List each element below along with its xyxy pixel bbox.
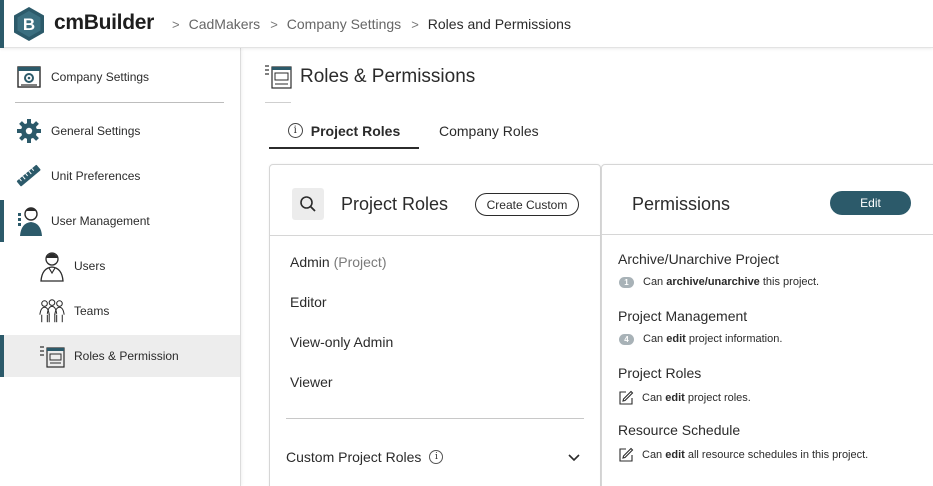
permission-text-post: all resource schedules in this project. [684,449,869,461]
sidebar-item-label: Unit Preferences [51,169,141,183]
sidebar-item-users[interactable]: Users [0,246,240,286]
count-badge: 1 [619,276,634,288]
permission-text-pre: Can [642,449,666,461]
sidebar: Company Settings General Settings Unit P… [0,48,241,486]
permission-section-project-management: Project Management 4 Can edit project in… [618,308,782,345]
company-settings-icon [15,63,43,91]
custom-project-roles-header[interactable]: Custom Project Roles i [286,449,444,465]
permission-line: Can edit project roles. [618,390,751,406]
permission-heading: Resource Schedule [618,422,741,438]
info-icon: i [287,123,303,138]
sidebar-item-teams[interactable]: Teams [0,291,240,331]
role-name: Admin [290,254,330,270]
panel-header-divider [270,235,600,236]
roles-permission-icon [265,65,292,89]
panel-title: Permissions [632,194,731,214]
user-icon [38,252,66,282]
breadcrumb-item-cadmakers[interactable]: CadMakers [189,16,261,32]
roles-permission-icon [38,342,66,370]
ruler-icon [15,162,43,190]
role-name: Viewer [290,374,333,390]
permission-text-post: this project. [759,276,820,288]
project-roles-panel: Project Roles Create Custom Admin (Proje… [269,164,601,486]
permission-heading: Project Roles [618,365,702,381]
permission-text-pre: Can [643,333,667,345]
permission-line: 1 Can archive/unarchive this project. [618,276,819,288]
sidebar-item-label: Company Settings [51,70,150,84]
brand-name[interactable]: cmBuilder [54,11,154,35]
permission-text-bold: edit [665,392,685,404]
permission-heading: Project Management [618,308,748,324]
section-label: Custom Project Roles [286,449,422,465]
search-icon [300,196,316,212]
permission-text-pre: Can [642,392,666,404]
role-item-viewer[interactable]: Viewer [290,374,333,390]
role-name: View-only Admin [290,334,394,350]
sidebar-item-label: General Settings [51,124,141,138]
roles-divider [286,418,584,419]
info-icon: i [429,450,444,464]
permission-section-resource-schedule: Resource Schedule Can edit all resource … [618,422,868,463]
edit-button[interactable]: Edit [830,191,911,215]
pencil-icon [618,390,634,406]
user-management-icon [15,207,43,236]
permission-text-bold: edit [665,449,685,461]
logo-letter: B [23,15,35,34]
sidebar-item-general-settings[interactable]: General Settings [0,111,240,151]
permission-text-post: project information. [685,333,783,345]
sidebar-item-label: User Management [51,214,150,228]
sidebar-item-unit-preferences[interactable]: Unit Preferences [0,156,240,196]
tab-project-roles[interactable]: i Project Roles [269,114,419,149]
role-name: Editor [290,294,327,310]
breadcrumb-item-roles-and-permissions: Roles and Permissions [427,16,571,32]
sidebar-divider [15,102,224,103]
sidebar-item-roles-permission[interactable]: Roles & Permission [0,335,240,377]
permission-section-archive: Archive/Unarchive Project 1 Can archive/… [618,251,819,288]
title-underline [265,102,291,103]
sidebar-item-label: Users [74,259,106,273]
top-bar-accent [0,0,4,48]
permission-text-bold: archive/unarchive [666,276,760,288]
cmbuilder-logo-icon[interactable]: B [12,6,46,42]
top-bar: B cmBuilder > CadMakers > Company Settin… [0,0,933,48]
tab-company-roles[interactable]: Company Roles [439,114,539,148]
tab-label: Project Roles [310,122,401,139]
permission-line: Can edit all resource schedules in this … [618,447,868,463]
panel-title: Project Roles [341,194,449,214]
permission-text-post: project roles. [684,392,751,404]
breadcrumb-item-company-settings[interactable]: Company Settings [287,16,401,32]
permissions-panel: Permissions Edit Archive/Unarchive Proje… [601,164,933,486]
pencil-icon [618,447,634,463]
role-item-editor[interactable]: Editor [290,294,327,310]
sidebar-item-label: Roles & Permission [74,349,179,363]
page-title: Roles & Permissions [300,66,476,87]
permission-text-bold: edit [666,333,686,345]
search-button[interactable] [292,188,324,220]
sidebar-item-user-management[interactable]: User Management [0,200,240,242]
permission-text-pre: Can [643,276,667,288]
sidebar-item-label: Teams [74,304,110,318]
breadcrumb: > CadMakers > Company Settings > Roles a… [172,16,581,32]
role-item-admin[interactable]: Admin (Project) [290,254,386,270]
team-icon [38,297,66,325]
create-custom-button[interactable]: Create Custom [475,193,579,216]
permission-heading: Archive/Unarchive Project [618,251,780,267]
count-badge: 4 [619,333,634,345]
chevron-right-icon: > [172,16,180,32]
permission-line: 4 Can edit project information. [618,333,782,345]
chevron-down-icon[interactable] [568,453,580,463]
panel-header-divider [602,234,933,235]
chevron-right-icon: > [411,16,419,32]
permission-section-project-roles: Project Roles Can edit project roles. [618,365,751,406]
role-item-view-only-admin[interactable]: View-only Admin [290,334,393,350]
chevron-right-icon: > [270,16,278,32]
role-scope: (Project) [333,254,387,270]
tab-label: Company Roles [439,123,539,139]
gear-icon [15,117,43,145]
sidebar-item-company-settings[interactable]: Company Settings [0,57,240,97]
